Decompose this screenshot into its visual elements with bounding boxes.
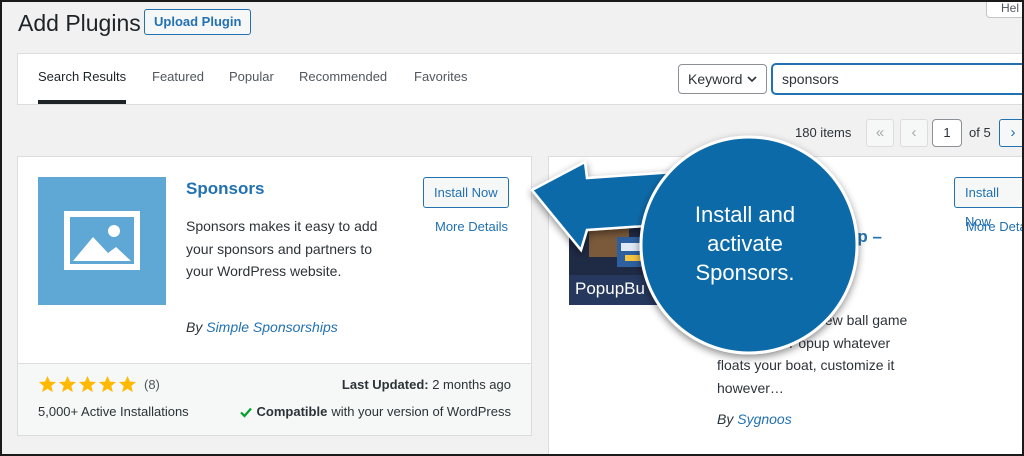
tab-favorites[interactable]: Favorites <box>414 69 467 84</box>
active-installations: 5,000+ Active Installations <box>38 404 189 419</box>
chevron-down-icon <box>747 76 757 83</box>
current-page-input[interactable]: 1 <box>932 119 962 147</box>
plugin-author: By Simple Sponsorships <box>186 319 338 335</box>
star-rating: (8) <box>38 375 160 394</box>
prev-page-button[interactable]: ‹ <box>900 119 928 147</box>
search-type-value: Keyword <box>688 71 743 87</box>
author-link[interactable]: Simple Sponsorships <box>206 319 338 335</box>
plugin-filter-bar: Search Results Featured Popular Recommen… <box>17 53 1024 105</box>
tab-popular[interactable]: Popular <box>229 69 274 84</box>
first-page-button[interactable]: « <box>866 119 894 147</box>
search-type-select[interactable]: Keyword <box>678 64 767 94</box>
plugin-title[interactable]: Sponsors <box>186 179 264 199</box>
tab-featured[interactable]: Featured <box>152 69 204 84</box>
plugin-description: Sponsors makes it easy to add your spons… <box>186 218 378 279</box>
more-details-link[interactable]: More Details <box>435 219 508 234</box>
install-now-button[interactable]: Install Now <box>423 177 509 208</box>
star-icon <box>98 375 117 393</box>
next-page-button[interactable]: › <box>999 119 1024 147</box>
help-tab[interactable]: Hel <box>986 0 1024 18</box>
rating-count[interactable]: (8) <box>144 377 160 392</box>
star-icon <box>58 375 77 393</box>
last-updated: Last Updated: 2 months ago <box>342 377 511 392</box>
install-now-button[interactable]: Install Now <box>954 177 1024 229</box>
total-pages: of 5 <box>969 125 991 140</box>
page-title: Add Plugins <box>18 10 141 36</box>
plugin-card-footer <box>18 363 531 435</box>
star-icon <box>118 375 137 393</box>
star-icon <box>78 375 97 393</box>
author-prefix: By <box>186 319 203 335</box>
checkmark-icon <box>239 407 252 418</box>
more-details-link[interactable]: More Deta <box>966 219 1024 234</box>
image-placeholder-icon <box>64 211 140 270</box>
author-prefix: By <box>717 411 734 427</box>
author-link[interactable]: Sygnoos <box>737 411 791 427</box>
callout-text: Install and activate Sponsors. <box>694 202 796 285</box>
star-icon <box>38 375 57 393</box>
search-input[interactable]: sponsors <box>772 64 1024 94</box>
plugin-author: By Sygnoos <box>717 411 792 427</box>
compat-label: Compatible <box>256 404 328 419</box>
plugin-card-sponsors: Sponsors Sponsors makes it easy to add y… <box>17 156 532 436</box>
upload-plugin-button[interactable]: Upload Plugin <box>144 9 252 35</box>
last-updated-value: 2 months ago <box>432 377 511 392</box>
last-updated-label: Last Updated: <box>341 377 429 392</box>
plugin-icon[interactable] <box>38 177 166 305</box>
tab-recommended[interactable]: Recommended <box>299 69 387 84</box>
compat-text: with your version of WordPress <box>331 404 511 419</box>
tab-search-results[interactable]: Search Results <box>38 69 127 104</box>
compatibility-status: Compatible with your version of WordPres… <box>239 404 511 419</box>
